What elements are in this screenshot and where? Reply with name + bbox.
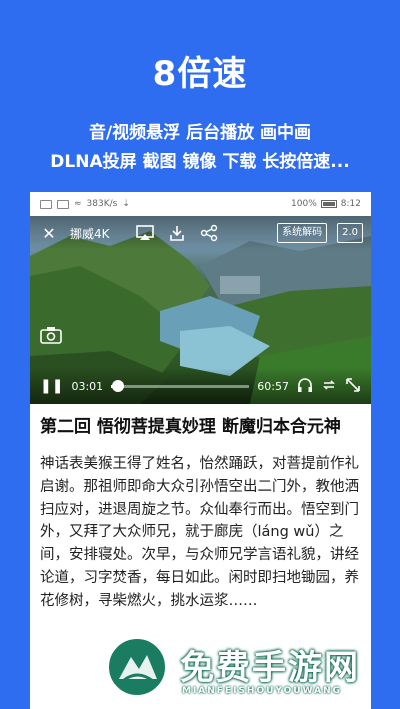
watermark-logo: [106, 636, 168, 698]
headphones-icon[interactable]: [297, 377, 313, 396]
status-bar: ≈ 383K/s ⇣ 100% 8:12: [30, 192, 371, 216]
network-speed: 383K/s: [86, 199, 118, 209]
seek-bar[interactable]: [111, 379, 250, 392]
battery-percent: 100%: [291, 199, 317, 209]
battery-icon: [320, 200, 337, 208]
loop-icon[interactable]: [321, 377, 337, 396]
site-watermark: 免费手游网 MIANFEISHOUYOUWANG: [98, 636, 388, 706]
promo-features-line-2: DLNA投屏 截图 镜像 下载 长按倍速...: [50, 152, 350, 172]
share-icon[interactable]: [198, 222, 220, 244]
video-title: 挪威4K: [70, 226, 110, 241]
article-body: 神话表美猴王得了姓名，怡然踊跃，对菩提前作礼启谢。那祖师即命大众引孙悟空出二门外…: [40, 456, 359, 609]
watermark-subtext: MIANFEISHOUYOUWANG: [182, 686, 342, 696]
decoder-button[interactable]: 系统解码: [277, 223, 328, 243]
article-title: 第二回 悟彻菩提真妙理 断魔归本合元神: [40, 417, 341, 437]
speed-button[interactable]: 2.0: [337, 223, 363, 243]
video-top-bar: ✕ 挪威4K 系统解码 2.0: [30, 216, 371, 250]
promo-title: 8倍速: [152, 54, 248, 94]
article: 第二回 悟彻菩提真妙理 断魔归本合元神 神话表美猴王得了姓名，怡然踊跃，对菩提前…: [30, 404, 371, 613]
cast-icon[interactable]: [134, 222, 156, 244]
seek-bar-knob[interactable]: [112, 379, 125, 392]
signal-icon: [40, 199, 52, 209]
current-time: 03:01: [71, 379, 104, 393]
download-icon[interactable]: [166, 222, 188, 244]
signal-icon-2: [57, 199, 69, 209]
video-controls: ❚❚ 03:01 60:57: [30, 368, 371, 404]
usb-icon: ⇣: [122, 199, 130, 209]
screenshot-camera-icon[interactable]: [40, 326, 64, 346]
pause-icon[interactable]: ❚❚: [40, 378, 63, 394]
watermark-text: 免费手游网: [180, 648, 360, 688]
total-time: 60:57: [257, 379, 289, 393]
wifi-icon: ≈: [74, 199, 82, 209]
phone-screenshot: ≈ 383K/s ⇣ 100% 8:12 ✕ 挪威4K 系统解码 2.0 ❚❚ …: [30, 192, 371, 709]
fullscreen-icon[interactable]: [345, 377, 361, 396]
video-player[interactable]: ✕ 挪威4K 系统解码 2.0 ❚❚ 03:01 60:57: [30, 216, 371, 404]
promo-features-line-1: 音/视频悬浮 后台播放 画中画: [88, 123, 312, 143]
close-icon[interactable]: ✕: [38, 222, 60, 244]
clock: 8:12: [340, 199, 361, 209]
